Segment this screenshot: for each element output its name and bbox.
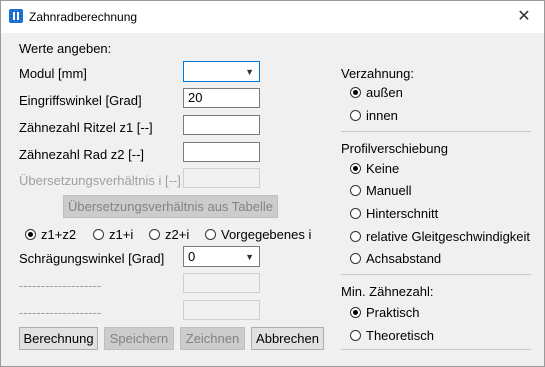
z1-input[interactable]	[183, 115, 260, 135]
radio-indicator	[25, 229, 36, 240]
profil-radio-hinterschnitt[interactable]: Hinterschnitt	[350, 206, 438, 221]
radio-label: Manuell	[366, 183, 412, 198]
mode-radio-given-i[interactable]: Vorgegebenes i	[205, 227, 311, 242]
radio-indicator	[350, 330, 361, 341]
verzahnung-radio-aussen[interactable]: außen	[350, 85, 403, 100]
helix-combobox[interactable]: 0 ▼	[183, 246, 260, 267]
placeholder-input-2	[183, 300, 260, 320]
ratio-label: Übersetzungsverhältnis i [--]	[19, 173, 181, 188]
radio-label: z1+z2	[41, 227, 77, 242]
ratio-table-button: Übersetzungsverhältnis aus Tabelle	[63, 195, 278, 218]
mode-radio-z2-i[interactable]: z2+i	[149, 227, 189, 242]
window-title: Zahnradberechnung	[29, 10, 138, 24]
radio-indicator	[350, 163, 361, 174]
divider	[341, 349, 531, 350]
min-teeth-radio-theoretisch[interactable]: Theoretisch	[350, 328, 434, 343]
radio-label: Vorgegebenes i	[221, 227, 312, 242]
radio-indicator	[93, 229, 104, 240]
cancel-button[interactable]: Abbrechen	[251, 327, 324, 350]
save-button: Speichern	[104, 327, 174, 350]
divider	[341, 274, 531, 275]
modul-combobox[interactable]: ▼	[183, 61, 260, 82]
profil-title: Profilverschiebung	[341, 141, 448, 156]
mode-radio-z1-i[interactable]: z1+i	[93, 227, 133, 242]
placeholder-label-2: -------------------	[19, 305, 102, 320]
section-heading: Werte angeben:	[19, 41, 112, 56]
profil-radio-keine[interactable]: Keine	[350, 161, 399, 176]
radio-indicator	[350, 253, 361, 264]
radio-label: Achsabstand	[366, 251, 442, 266]
helix-label: Schrägungswinkel [Grad]	[19, 251, 165, 266]
radio-indicator	[205, 229, 216, 240]
radio-indicator	[350, 231, 361, 242]
min-teeth-radio-praktisch[interactable]: Praktisch	[350, 305, 419, 320]
radio-indicator	[350, 185, 361, 196]
radio-indicator	[350, 87, 361, 98]
radio-label: relative Gleitgeschwindigkeit	[366, 229, 531, 244]
app-icon	[9, 9, 23, 23]
verzahnung-title: Verzahnung:	[341, 66, 415, 81]
profil-radio-achsabstand[interactable]: Achsabstand	[350, 251, 441, 266]
placeholder-label-1: -------------------	[19, 278, 102, 293]
min-teeth-title: Min. Zähnezahl:	[341, 284, 434, 299]
chevron-down-icon[interactable]: ▼	[245, 64, 254, 81]
modul-label: Modul [mm]	[19, 66, 87, 81]
profil-radio-manuell[interactable]: Manuell	[350, 183, 412, 198]
radio-label: z2+i	[165, 227, 190, 242]
radio-label: außen	[366, 85, 403, 100]
z2-input[interactable]	[183, 142, 260, 162]
z1-label: Zähnezahl Ritzel z1 [--]	[19, 120, 153, 135]
ratio-input	[183, 168, 260, 188]
radio-indicator	[350, 208, 361, 219]
radio-label: Theoretisch	[366, 328, 434, 343]
radio-label: z1+i	[109, 227, 134, 242]
calculate-button[interactable]: Berechnung	[19, 327, 98, 350]
divider	[341, 131, 531, 132]
z2-label: Zähnezahl Rad z2 [--]	[19, 147, 145, 162]
radio-label: Keine	[366, 161, 400, 176]
verzahnung-radio-innen[interactable]: innen	[350, 108, 398, 123]
profil-radio-gleitgeschwindigkeit[interactable]: relative Gleitgeschwindigkeit	[350, 229, 530, 244]
radio-label: Praktisch	[366, 305, 420, 320]
radio-label: Hinterschnitt	[366, 206, 439, 221]
eingriff-input[interactable]: 20	[183, 88, 260, 108]
mode-radio-z1-z2[interactable]: z1+z2	[25, 227, 76, 242]
placeholder-input-1	[183, 273, 260, 293]
radio-indicator	[350, 110, 361, 121]
radio-label: innen	[366, 108, 398, 123]
helix-value: 0	[188, 249, 196, 264]
radio-indicator	[350, 307, 361, 318]
chevron-down-icon[interactable]: ▼	[245, 249, 254, 266]
radio-indicator	[149, 229, 160, 240]
eingriff-label: Eingriffswinkel [Grad]	[19, 93, 142, 108]
draw-button: Zeichnen	[180, 327, 245, 350]
title-bar: Zahnradberechnung ✕	[1, 1, 544, 33]
dialog-window: Zahnradberechnung ✕ Werte angeben: Modul…	[0, 0, 545, 367]
close-icon[interactable]: ✕	[504, 1, 544, 33]
